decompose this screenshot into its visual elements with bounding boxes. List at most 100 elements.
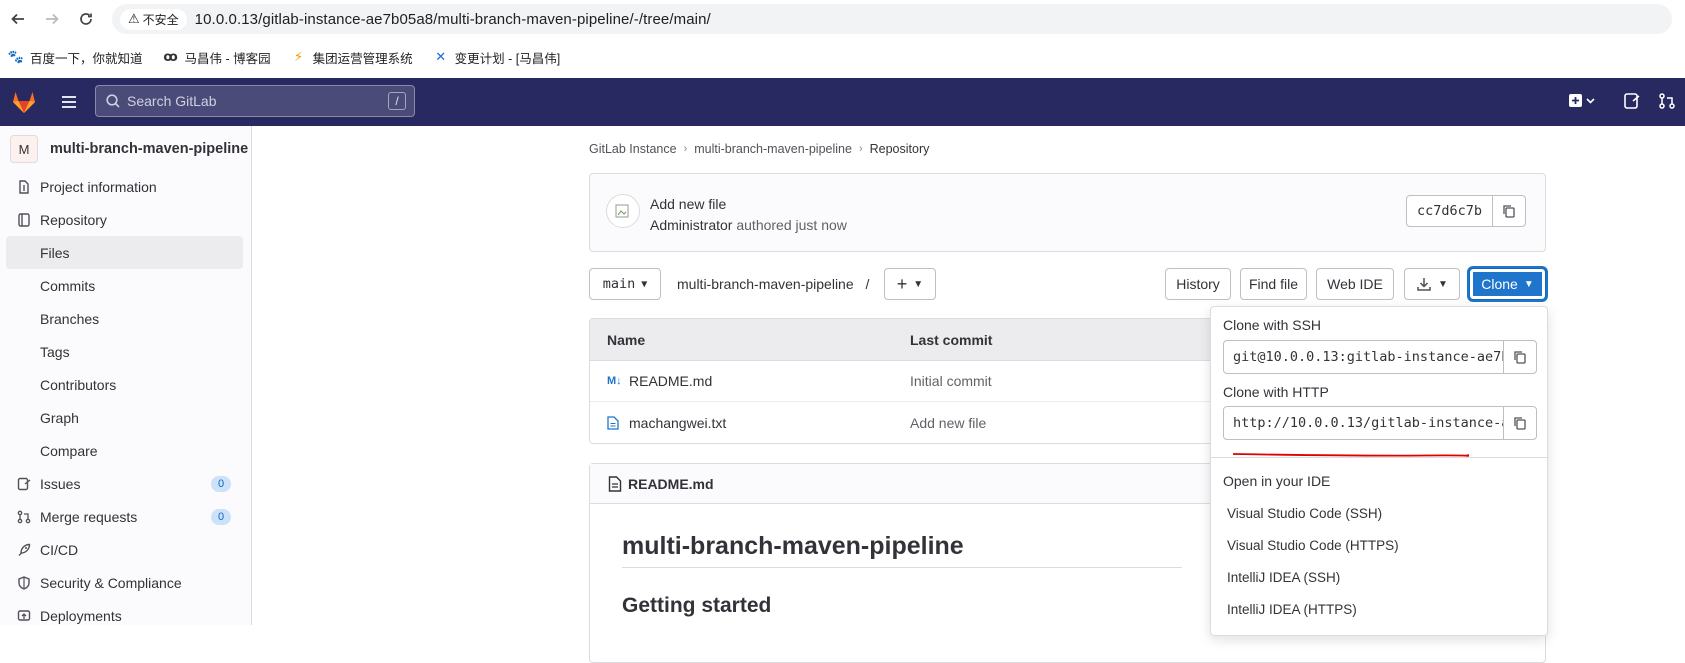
download-icon [1417,278,1431,291]
sidebar-item-label: Issues [40,475,81,492]
sidebar-item-tags[interactable]: Tags [0,335,251,368]
ide-item-intellij-https[interactable]: IntelliJ IDEA (HTTPS) [1227,602,1357,617]
markdown-icon: M↓ [607,375,622,387]
repo-path-link[interactable]: multi-branch-maven-pipeline [677,276,854,292]
sidebar-item-merge-requests[interactable]: Merge requests 0 [0,500,251,533]
bookmark-label: 变更计划 - [马昌伟] [454,51,561,66]
info-icon [16,179,32,195]
hamburger-menu-icon[interactable] [59,92,79,112]
commit-sha[interactable]: cc7d6c7b [1407,196,1494,226]
file-name-link[interactable]: README.md [629,373,712,389]
commit-time: authored just now [736,217,847,233]
baidu-paw-icon: 🐾 [7,49,25,64]
file-last-commit[interactable]: Add new file [910,415,1210,431]
branch-selector[interactable]: main ▼ [589,268,661,300]
book-icon [16,212,32,228]
gitlab-logo-icon[interactable] [10,88,38,116]
breadcrumb-gitlab-instance[interactable]: GitLab Instance [589,142,677,156]
sidebar-item-label: Deployments [40,607,122,624]
bookmark-label: 马昌伟 - 博客园 [184,51,271,66]
readme-filename[interactable]: README.md [628,476,714,492]
plus-icon: + [896,273,908,294]
chevron-down-icon: ▼ [913,278,924,290]
address-bar[interactable]: ⚠ 不安全 10.0.0.13/gitlab-instance-ae7b05a8… [112,4,1672,34]
commit-author-avatar[interactable] [606,194,640,228]
breadcrumb-project[interactable]: multi-branch-maven-pipeline [694,142,852,156]
sidebar-item-label: Branches [40,310,100,327]
bookmark-change-plan[interactable]: ✕ 变更计划 - [马昌伟] [433,48,561,67]
sidebar-item-ci-cd[interactable]: CI/CD [0,533,251,566]
copy-icon [1514,417,1526,430]
search-shortcut-hint: / [388,92,406,110]
commit-title[interactable]: Add new file [650,196,726,212]
history-button[interactable]: History [1165,268,1231,300]
sidebar-item-label: Commits [40,277,96,294]
sidebar-item-issues[interactable]: Issues 0 [0,467,251,500]
ide-item-vscode-https[interactable]: Visual Studio Code (HTTPS) [1227,538,1399,553]
search-input[interactable]: Search GitLab / [95,85,415,117]
copy-http-url-button[interactable] [1504,407,1536,439]
sidebar-item-deployments[interactable]: Deployments [0,599,251,632]
create-new-dropdown[interactable] [1568,92,1596,114]
sidebar-item-commits[interactable]: Commits [0,269,251,302]
bookmark-label: 百度一下，你就知道 [30,51,143,66]
ide-item-intellij-ssh[interactable]: IntelliJ IDEA (SSH) [1227,570,1340,585]
copy-icon [1503,205,1515,218]
breadcrumb-repository[interactable]: Repository [870,142,930,156]
sidebar-item-contributors[interactable]: Contributors [0,368,251,401]
back-arrow-icon[interactable] [4,5,32,33]
sidebar-item-branches[interactable]: Branches [0,302,251,335]
deployments-icon [16,608,32,624]
sidebar-item-graph[interactable]: Graph [0,401,251,434]
merge-request-icon [1659,93,1675,109]
readme-heading: multi-branch-maven-pipeline [622,532,1182,568]
copy-ssh-url-button[interactable] [1504,341,1536,373]
url-text[interactable]: 10.0.0.13/gitlab-instance-ae7b05a8/multi… [195,11,711,28]
forward-arrow-icon[interactable] [38,5,66,33]
bookmark-baidu[interactable]: 🐾 百度一下，你就知道 [8,48,143,67]
sidebar-project-header[interactable]: M multi-branch-maven-pipeline [0,128,251,170]
file-last-commit[interactable]: Initial commit [910,373,1210,389]
bookmark-label: 集团运营管理系统 [312,51,413,66]
readme-subheading: Getting started [622,594,772,617]
file-text-icon [608,475,622,492]
file-text-icon [607,415,623,430]
reload-icon[interactable] [72,5,100,33]
add-to-tree-dropdown[interactable]: + ▼ [884,268,936,300]
file-name-link[interactable]: machangwei.txt [629,415,726,431]
clone-ssh-label: Clone with SSH [1223,317,1322,333]
chevron-down-icon: ▼ [641,278,648,290]
commit-author[interactable]: Administrator [650,217,732,233]
breadcrumb: GitLab Instance › multi-branch-maven-pip… [589,142,929,156]
sidebar-item-compare[interactable]: Compare [0,434,251,467]
download-dropdown[interactable]: ▼ [1404,268,1460,300]
merge-requests-nav-button[interactable] [1658,92,1676,114]
sidebar-item-label: Security & Compliance [40,574,182,591]
issues-icon [1624,93,1640,109]
confluence-icon: ✕ [435,49,447,64]
sidebar-item-files[interactable]: Files [6,236,243,269]
bookmarks-bar: 🐾 百度一下，你就知道 ꝏ 马昌伟 - 博客园 ⚡ 集团运营管理系统 ✕ 变更计… [0,40,1685,74]
sidebar-item-label: Repository [40,211,107,228]
issues-nav-button[interactable] [1623,92,1641,114]
security-indicator[interactable]: ⚠ 不安全 [120,8,187,30]
web-ide-button[interactable]: Web IDE [1316,268,1394,300]
clone-dropdown-button[interactable]: Clone ▼ [1469,268,1546,300]
sidebar-item-repository[interactable]: Repository [0,203,251,236]
clone-http-input[interactable]: http://10.0.0.13/gitlab-instance-ae7b05a… [1224,407,1504,439]
rocket-icon [16,542,32,558]
ide-item-vscode-ssh[interactable]: Visual Studio Code (SSH) [1227,506,1382,521]
bookmark-cnblogs[interactable]: ꝏ 马昌伟 - 博客园 [163,48,271,67]
copy-sha-button[interactable] [1493,196,1525,226]
clone-http-label: Clone with HTTP [1223,384,1329,400]
sidebar-item-project-information[interactable]: Project information [0,170,251,203]
bookmark-group-system[interactable]: ⚡ 集团运营管理系统 [291,48,413,67]
sidebar-item-security-compliance[interactable]: Security & Compliance [0,566,251,599]
search-placeholder: Search GitLab [127,93,217,109]
gitlab-top-nav: Search GitLab / [0,78,1685,126]
clone-ssh-input[interactable]: git@10.0.0.13:gitlab-instance-ae7b05a8/m… [1224,341,1504,373]
branch-name: main [602,276,636,292]
warning-icon: ⚠ [128,11,140,26]
clone-label: Clone [1481,276,1518,292]
find-file-button[interactable]: Find file [1240,268,1307,300]
